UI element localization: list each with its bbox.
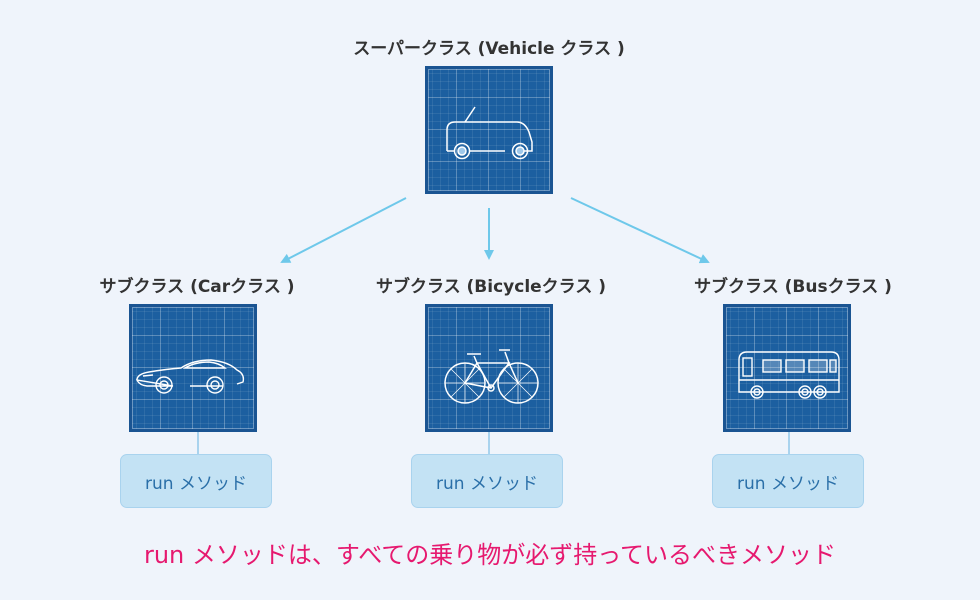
bicycle-icon	[444, 349, 539, 404]
bus-run-method: run メソッド	[712, 454, 864, 508]
car-connector	[197, 432, 199, 454]
bicycle-run-method: run メソッド	[411, 454, 563, 508]
subclass-bicycle-label: サブクラス (Bicycleクラス )	[375, 277, 607, 297]
van-icon	[446, 106, 533, 160]
subclass-bicycle-blueprint	[425, 304, 553, 432]
method-note: run メソッドは、すべての乗り物が必ず持っているべきメソッド	[143, 541, 837, 569]
subclass-bus-label: サブクラス (Busクラス )	[694, 277, 892, 297]
subclass-car-label: サブクラス (Carクラス )	[99, 277, 295, 297]
subclass-bus-blueprint	[723, 304, 851, 432]
superclass-label: スーパークラス (Vehicle クラス )	[353, 39, 625, 59]
sports-car-icon	[135, 359, 245, 394]
bus-connector	[788, 432, 790, 454]
superclass-blueprint	[425, 66, 553, 194]
bicycle-connector	[488, 432, 490, 454]
car-run-method: run メソッド	[120, 454, 272, 508]
arrow-to-bus	[570, 197, 710, 264]
bus-icon	[738, 351, 840, 399]
arrow-to-car	[280, 197, 407, 263]
subclass-car-blueprint	[129, 304, 257, 432]
